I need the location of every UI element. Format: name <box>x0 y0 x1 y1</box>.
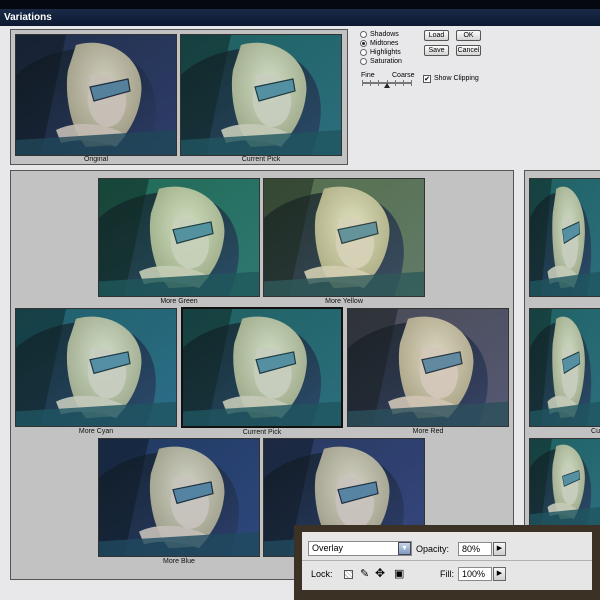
save-button[interactable]: Save <box>424 45 449 56</box>
lock-label: Lock: <box>311 569 333 579</box>
fine-label: Fine <box>361 72 375 79</box>
right-current-pick-caption: Cu <box>591 428 600 435</box>
screen-top-edge <box>0 0 600 9</box>
window-title: Variations <box>4 12 52 23</box>
slider-tick <box>403 80 404 86</box>
radio-saturation[interactable] <box>360 58 367 65</box>
more-blue-thumbnail[interactable] <box>98 438 260 557</box>
current-pick-caption: Current Pick <box>241 156 281 163</box>
more-cyan-caption: More Cyan <box>78 428 114 435</box>
slider-thumb[interactable] <box>384 83 390 88</box>
cancel-button[interactable]: Cancel <box>456 45 481 56</box>
radio-highlights[interactable] <box>360 49 367 56</box>
right-current-pick-thumbnail[interactable] <box>529 308 600 427</box>
load-button[interactable]: Load <box>424 30 449 41</box>
lock-transparent-icon[interactable] <box>344 570 353 579</box>
more-green-thumbnail[interactable] <box>98 178 260 297</box>
ok-button[interactable]: OK <box>456 30 481 41</box>
slider-tick <box>370 80 371 86</box>
more-red-caption: More Red <box>412 428 444 435</box>
radio-shadows[interactable] <box>360 31 367 38</box>
show-clipping-checkbox[interactable]: ✔ <box>423 75 431 83</box>
opacity-label: Opacity: <box>416 544 450 554</box>
slider-tick <box>411 80 412 86</box>
current-pick-thumbnail[interactable] <box>180 34 342 156</box>
lock-all-icon[interactable]: ▣ <box>394 567 404 581</box>
radio-shadows-label: Shadows <box>370 31 399 38</box>
lock-brush-icon[interactable]: ✎ <box>360 567 369 581</box>
original-caption: Original <box>83 156 109 163</box>
blend-mode-select[interactable]: Overlay <box>308 541 412 556</box>
blend-mode-value: Overlay <box>312 543 344 553</box>
more-yellow-caption: More Yellow <box>325 298 363 305</box>
more-yellow-thumbnail[interactable] <box>263 178 425 297</box>
radio-midtones[interactable] <box>360 40 367 47</box>
coarse-label: Coarse <box>392 72 415 79</box>
original-thumbnail[interactable] <box>15 34 177 156</box>
radio-midtones-label: Midtones <box>370 40 399 47</box>
slider-tick <box>395 80 396 86</box>
window-titlebar[interactable]: Variations <box>0 9 600 26</box>
radio-saturation-label: Saturation <box>370 58 402 65</box>
lock-move-icon[interactable]: ✥ <box>375 566 385 580</box>
fill-input[interactable]: 100% <box>458 567 492 581</box>
fill-arrow-icon[interactable]: ▶ <box>493 567 506 581</box>
slider-tick <box>378 80 379 86</box>
chevron-down-icon[interactable]: ▼ <box>398 542 411 555</box>
radio-highlights-label: Highlights <box>370 49 401 56</box>
fill-label: Fill: <box>440 569 454 579</box>
more-red-thumbnail[interactable] <box>347 308 509 427</box>
opacity-arrow-icon[interactable]: ▶ <box>493 542 506 556</box>
opacity-input[interactable]: 80% <box>458 542 492 556</box>
lighter-thumbnail[interactable] <box>529 178 600 297</box>
palette-divider <box>302 560 592 561</box>
more-blue-caption: More Blue <box>163 558 195 565</box>
more-green-caption: More Green <box>160 298 198 305</box>
check-icon: ✔ <box>424 76 430 83</box>
slider-tick <box>362 80 363 86</box>
center-current-pick-caption: Current Pick <box>242 429 282 436</box>
show-clipping-label: Show Clipping <box>434 75 479 82</box>
more-cyan-thumbnail[interactable] <box>15 308 177 427</box>
darker-thumbnail[interactable] <box>529 438 600 526</box>
center-current-pick-thumbnail[interactable] <box>181 307 343 428</box>
